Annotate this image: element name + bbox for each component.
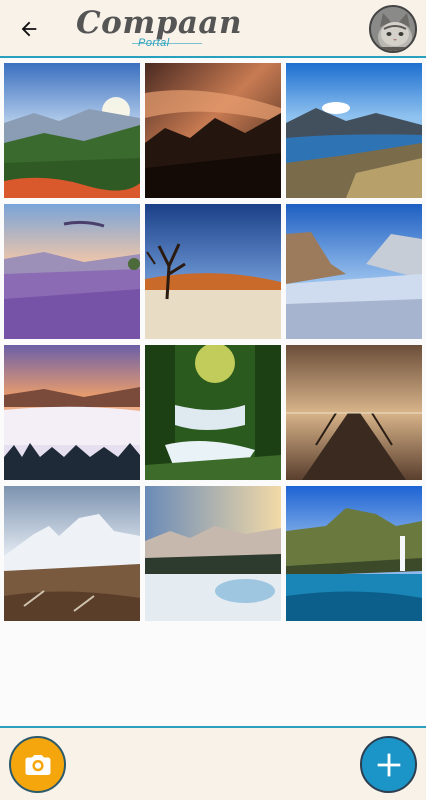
- photo-tile[interactable]: [4, 63, 140, 198]
- back-button[interactable]: [12, 12, 46, 46]
- cat-avatar-image: [371, 7, 415, 51]
- coastal-cliff-photo: [286, 486, 422, 621]
- app-root: Compaan Portal: [0, 0, 426, 800]
- app-logo: Compaan Portal: [76, 5, 243, 52]
- plus-icon: [377, 753, 400, 776]
- add-photo-button[interactable]: [360, 736, 417, 793]
- camera-icon: [25, 754, 50, 775]
- mountain-lake-photo: [286, 63, 422, 198]
- camera-button[interactable]: [9, 736, 66, 793]
- user-avatar[interactable]: [369, 5, 417, 53]
- arrow-left-icon: [21, 21, 37, 37]
- pier-sunset-photo: [286, 345, 422, 480]
- photo-tile[interactable]: [145, 486, 281, 621]
- misty-forest-photo: [145, 63, 281, 198]
- photo-tile[interactable]: [145, 345, 281, 480]
- photo-tile[interactable]: [286, 204, 422, 339]
- lavender-field-photo: [4, 204, 140, 339]
- app-title: Compaan: [76, 5, 243, 41]
- desert-tree-photo: [145, 204, 281, 339]
- foggy-sunset-photo: [4, 345, 140, 480]
- snowy-peaks-photo: [4, 486, 140, 621]
- photo-tile[interactable]: [145, 204, 281, 339]
- snowy-valley-photo: [286, 204, 422, 339]
- photo-tile[interactable]: [286, 486, 422, 621]
- photo-tile[interactable]: [286, 63, 422, 198]
- frozen-lake-photo: [145, 486, 281, 621]
- app-subtitle: Portal: [138, 37, 170, 49]
- mountain-sunrise-photo: [4, 63, 140, 198]
- top-bar: Compaan Portal: [0, 0, 426, 58]
- photo-tile[interactable]: [145, 63, 281, 198]
- bottom-bar: [0, 726, 426, 800]
- photo-tile[interactable]: [4, 486, 140, 621]
- photo-tile[interactable]: [4, 345, 140, 480]
- forest-waterfall-photo: [145, 345, 281, 480]
- photo-tile[interactable]: [286, 345, 422, 480]
- photo-tile[interactable]: [4, 204, 140, 339]
